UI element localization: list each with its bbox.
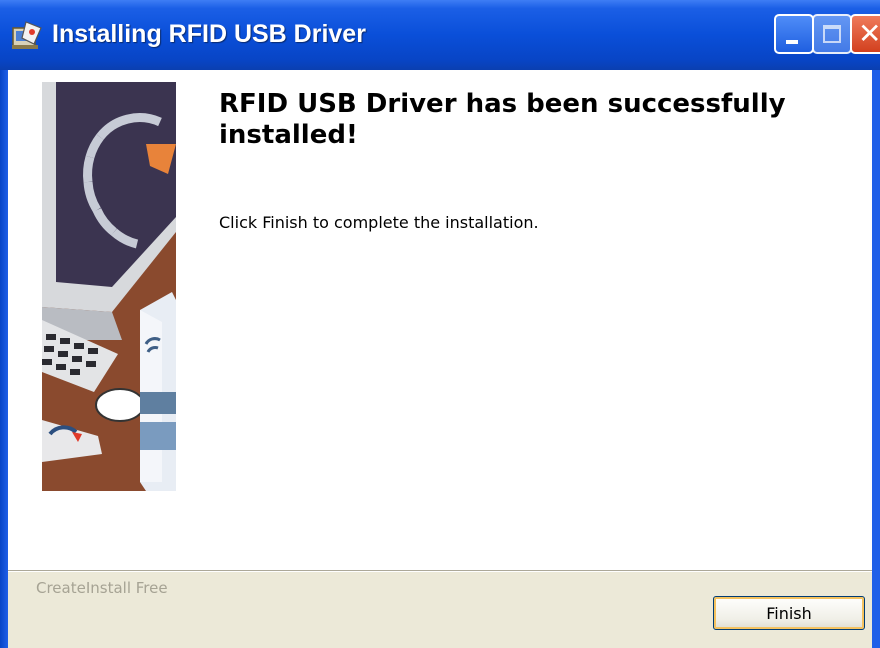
- close-button[interactable]: ✕: [850, 14, 880, 54]
- title-bar[interactable]: Installing RFID USB Driver ✕: [0, 0, 880, 70]
- description-text: Click Finish to complete the installatio…: [219, 213, 539, 232]
- window-frame-right: [872, 70, 880, 648]
- content-panel: RFID USB Driver has been successfully in…: [8, 70, 872, 570]
- window-frame-left: [0, 70, 8, 648]
- minimize-button[interactable]: [774, 14, 814, 54]
- close-icon: ✕: [858, 17, 880, 50]
- maximize-button[interactable]: [812, 14, 852, 54]
- brand-label: CreateInstall Free: [36, 579, 168, 597]
- page-title: RFID USB Driver has been successfully in…: [219, 89, 786, 150]
- window-title: Installing RFID USB Driver: [52, 20, 366, 48]
- footer-bar: CreateInstall Free Finish: [8, 570, 872, 648]
- footer-divider-highlight: [8, 571, 872, 572]
- installer-window: Installing RFID USB Driver ✕ RFID USB Dr…: [0, 0, 880, 648]
- installer-icon: [12, 21, 42, 49]
- minimize-icon: [786, 40, 798, 44]
- finish-button[interactable]: Finish: [713, 596, 865, 630]
- maximize-icon: [823, 25, 841, 43]
- installer-banner-image: [42, 82, 176, 491]
